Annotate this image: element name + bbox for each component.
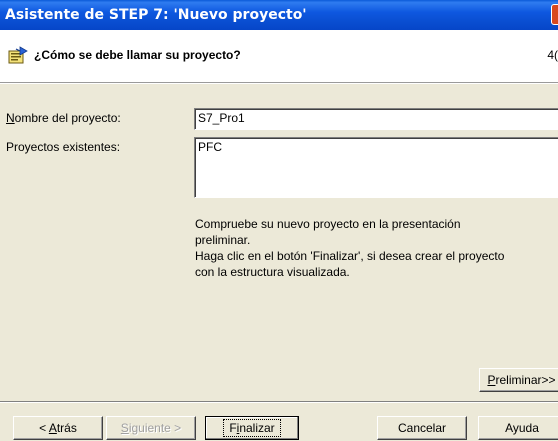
existing-projects-list[interactable]: PFC <box>194 137 558 198</box>
existing-projects-label: Proyectos existentes: <box>6 140 121 154</box>
project-name-label: Nombre del proyecto: <box>6 111 121 125</box>
project-name-input[interactable]: S7_Pro1 <box>194 108 558 130</box>
button-label: F <box>229 421 237 435</box>
info-line: preliminar. <box>195 233 251 247</box>
next-button[interactable]: Siguiente > <box>106 416 196 440</box>
info-line: con la estructura visualizada. <box>195 265 350 279</box>
separator <box>0 83 558 84</box>
wizard-header: ¿Cómo se debe llamar su proyecto? 4( <box>0 30 558 83</box>
button-label: < <box>39 421 49 435</box>
accelerator-key: A <box>48 421 57 435</box>
button-label: nalizar <box>239 421 275 435</box>
window-title: Asistente de STEP 7: 'Nuevo proyecto' <box>5 7 307 23</box>
info-text: Compruebe su nuevo proyecto en la presen… <box>195 216 558 280</box>
button-label: reliminar>> <box>495 373 556 387</box>
help-button[interactable]: Ayuda <box>478 416 558 440</box>
close-icon[interactable] <box>551 4 558 25</box>
header-question: ¿Cómo se debe llamar su proyecto? <box>34 48 241 62</box>
preview-button[interactable]: Preliminar>> <box>479 368 558 392</box>
finish-button[interactable]: Finalizar <box>205 416 299 440</box>
button-label: trás <box>56 421 77 435</box>
info-line: Compruebe su nuevo proyecto en la presen… <box>195 217 461 231</box>
back-button[interactable]: < Atrás <box>13 416 103 440</box>
label-text: ombre del proyecto: <box>14 111 121 125</box>
cancel-button[interactable]: Cancelar <box>377 416 467 440</box>
button-label: iguiente > <box>128 421 182 435</box>
accelerator-key: N <box>6 111 15 125</box>
divider <box>0 402 558 403</box>
focus-rect: Finalizar <box>223 419 281 437</box>
wizard-icon <box>8 46 28 64</box>
step-indicator: 4( <box>547 48 558 62</box>
title-bar: Asistente de STEP 7: 'Nuevo proyecto' <box>0 0 558 30</box>
accelerator-key: S <box>120 421 129 435</box>
list-item[interactable]: PFC <box>198 140 558 154</box>
info-line: Haga clic en el botón 'Finalizar', si de… <box>195 249 505 263</box>
